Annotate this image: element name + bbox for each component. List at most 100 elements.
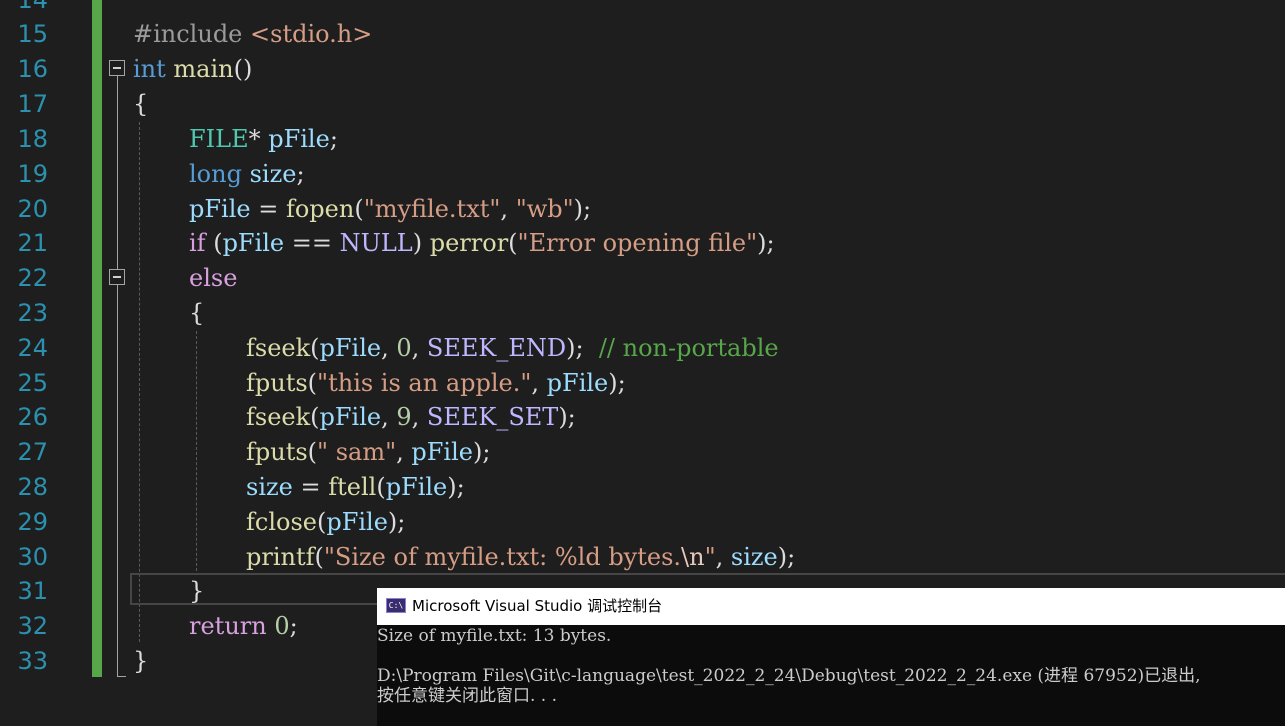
function-name: fputs <box>246 438 308 466</box>
code-line-30[interactable]: printf("Size of myfile.txt: %ld bytes.\n… <box>246 540 795 575</box>
code-line-21[interactable]: if (pFile == NULL) perror("Error opening… <box>189 226 775 261</box>
line-number: 25 <box>17 369 48 397</box>
punctuation: ); <box>777 543 796 571</box>
variable: pFile <box>268 125 330 153</box>
collapse-main-icon[interactable] <box>109 60 125 76</box>
line-number: 16 <box>17 55 48 83</box>
line-number: 14 <box>17 0 48 14</box>
function-name: fopen <box>285 195 355 223</box>
code-line-19[interactable]: long size; <box>189 157 305 192</box>
line-number: 27 <box>17 438 48 466</box>
code-line-25[interactable]: fputs("this is an apple.", pFile); <box>246 366 626 401</box>
punctuation: ); <box>447 473 465 501</box>
code-line-29[interactable]: fclose(pFile); <box>246 505 405 540</box>
change-indicator-bar <box>92 0 102 677</box>
variable: pFile <box>189 195 251 223</box>
variable: pFile <box>385 473 448 501</box>
indent-guide <box>139 122 140 642</box>
punctuation: ); <box>566 334 584 362</box>
punctuation: ( <box>316 508 327 536</box>
variable: pFile <box>411 438 473 466</box>
type-name: FILE <box>189 125 249 153</box>
code-line-22[interactable]: else <box>189 261 237 296</box>
variable: size <box>730 543 778 571</box>
brace: { <box>189 299 205 327</box>
line-number: 19 <box>17 160 48 188</box>
line-number: 33 <box>17 647 48 675</box>
code-line-27[interactable]: fputs(" sam", pFile); <box>246 435 490 470</box>
punctuation: ( <box>205 229 223 257</box>
code-line-23[interactable]: { <box>189 296 204 331</box>
variable: size <box>249 160 297 188</box>
console-output-line: Size of myfile.txt: 13 bytes. <box>377 626 612 646</box>
console-output-line: 按任意键关闭此窗口. . . <box>377 686 558 706</box>
string-literal: " <box>704 543 716 571</box>
line-number: 24 <box>17 334 48 362</box>
line-number: 26 <box>17 403 48 431</box>
line-number: 23 <box>17 299 48 327</box>
type-keyword: int <box>133 55 166 83</box>
brace: { <box>133 90 149 118</box>
operator: == <box>284 229 340 257</box>
punctuation: , <box>715 543 731 571</box>
punctuation: * <box>248 125 269 153</box>
punctuation: ; <box>289 612 298 640</box>
function-name: perror <box>429 229 509 257</box>
code-line-17[interactable]: { <box>133 87 148 122</box>
punctuation: ( <box>508 229 518 257</box>
punctuation: () <box>233 55 253 83</box>
function-name: printf <box>246 543 315 571</box>
console-title-bar[interactable]: C:\ Microsoft Visual Studio 调试控制台 <box>377 588 1285 625</box>
function-name: main <box>173 55 234 83</box>
code-line-33[interactable]: } <box>133 644 148 679</box>
macro: NULL <box>339 229 413 257</box>
function-name: fseek <box>246 334 311 362</box>
number-literal: 0 <box>396 334 412 362</box>
collapse-else-icon[interactable] <box>109 269 125 285</box>
punctuation: , <box>381 334 397 362</box>
fold-end <box>117 676 126 677</box>
function-name: fseek <box>246 403 311 431</box>
function-name: fclose <box>246 508 317 536</box>
code-line-26[interactable]: fseek(pFile, 9, SEEK_SET); <box>246 400 576 435</box>
punctuation: ; <box>329 125 338 153</box>
code-line-18[interactable]: FILE* pFile; <box>189 122 338 157</box>
variable: pFile <box>222 229 285 257</box>
punctuation: ); <box>573 195 592 223</box>
line-number: 31 <box>17 577 48 605</box>
number-literal: 0 <box>274 612 290 640</box>
punctuation: ; <box>296 160 305 188</box>
code-line-15[interactable]: #include <stdio.h> <box>133 17 372 52</box>
operator: = <box>250 195 286 223</box>
string-literal: "wb" <box>515 195 574 223</box>
include-header: <stdio.h> <box>250 20 373 48</box>
line-number: 17 <box>17 90 48 118</box>
line-number: 15 <box>17 20 48 48</box>
console-app-icon: C:\ <box>386 598 406 613</box>
punctuation: ( <box>376 473 386 501</box>
code-line-24[interactable]: fseek(pFile, 0, SEEK_END); // non-portab… <box>246 331 779 366</box>
string-literal: "myfile.txt" <box>363 195 501 223</box>
macro: SEEK_END <box>426 334 567 362</box>
variable: pFile <box>319 334 382 362</box>
string-literal: "Size of myfile.txt: %ld bytes. <box>323 543 682 571</box>
debug-console-window[interactable]: C:\ Microsoft Visual Studio 调试控制台 Size o… <box>377 588 1285 726</box>
variable: pFile <box>319 403 382 431</box>
code-line-32[interactable]: return 0; <box>189 609 298 644</box>
code-line-28[interactable]: size = ftell(pFile); <box>246 470 465 505</box>
control-keyword: return <box>189 612 267 640</box>
line-number: 18 <box>17 125 48 153</box>
punctuation: ( <box>354 195 364 223</box>
code-line-31[interactable]: } <box>189 574 204 609</box>
string-literal: " sam" <box>317 438 397 466</box>
line-number: 30 <box>17 543 48 571</box>
punctuation: ); <box>472 438 491 466</box>
preprocessor-directive: #include <box>133 20 243 48</box>
punctuation: , <box>500 195 516 223</box>
escape-sequence: \n <box>681 543 705 571</box>
code-line-20[interactable]: pFile = fopen("myfile.txt", "wb"); <box>189 192 591 227</box>
punctuation: ( <box>307 369 318 397</box>
code-line-16[interactable]: int main() <box>133 52 252 87</box>
punctuation: , <box>396 438 412 466</box>
control-keyword: if <box>189 229 206 257</box>
